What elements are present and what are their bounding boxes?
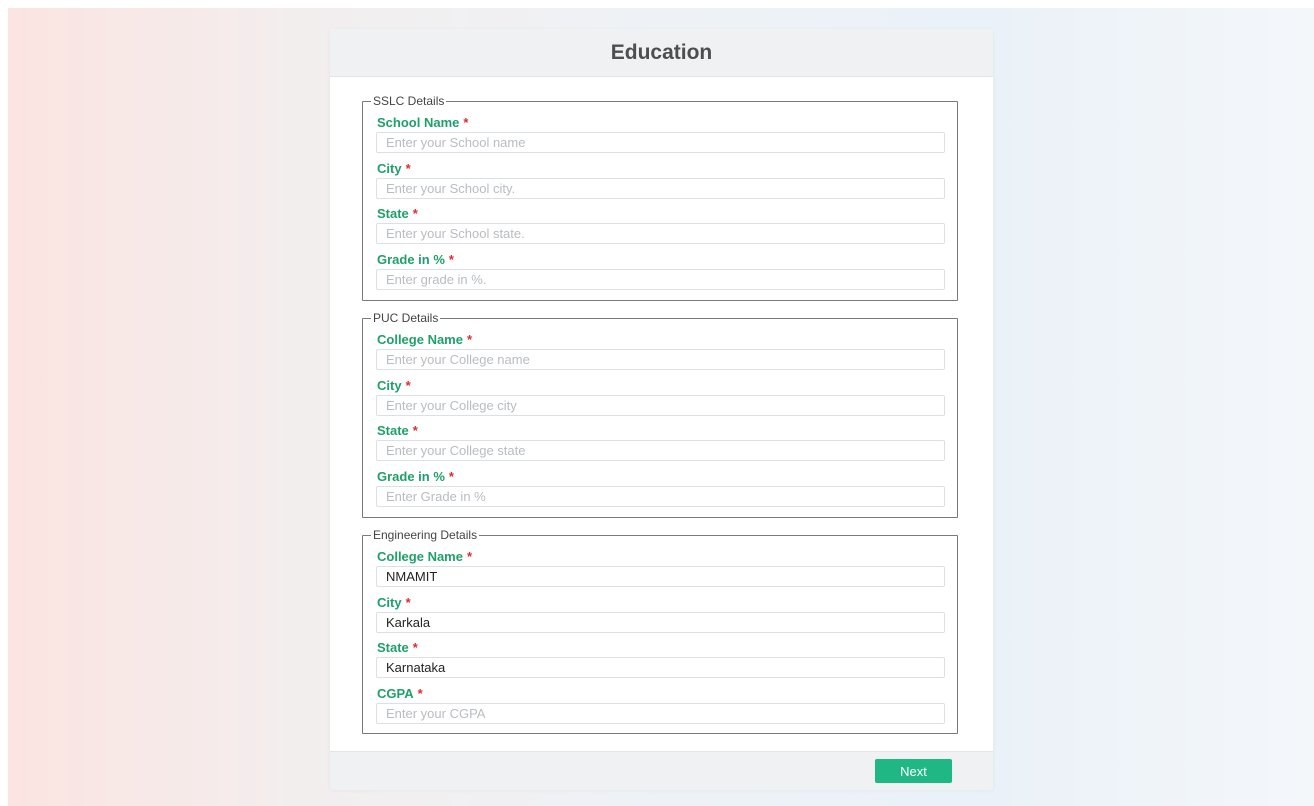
form-footer: Next <box>330 751 993 790</box>
sslc-details-legend: SSLC Details <box>373 94 445 108</box>
required-mark: * <box>412 206 418 221</box>
next-button[interactable]: Next <box>875 759 952 783</box>
puc-city-input[interactable] <box>376 395 945 416</box>
sslc-city-input[interactable] <box>376 178 945 199</box>
sslc-details-section: SSLC Details School Name* City* State* G… <box>362 95 958 301</box>
sslc-city-label: City * <box>377 161 411 176</box>
engineering-details-legend: Engineering Details <box>373 528 478 542</box>
required-mark: * <box>405 161 411 176</box>
puc-city-label: City * <box>377 378 411 393</box>
eng-state-label: State * <box>377 640 418 655</box>
eng-cgpa-input[interactable] <box>376 703 945 724</box>
required-mark: * <box>466 332 473 347</box>
required-mark: * <box>405 595 411 610</box>
eng-college-name-label: College Name * <box>377 549 473 564</box>
school-name-label: School Name * <box>377 115 469 130</box>
sslc-grade-label: Grade in % * <box>377 252 454 267</box>
sslc-state-input[interactable] <box>376 223 945 244</box>
required-mark: * <box>448 469 454 484</box>
puc-grade-label: Grade in % * <box>377 469 454 484</box>
required-mark: * <box>463 115 469 130</box>
puc-state-input[interactable] <box>376 440 945 461</box>
page-title: Education <box>610 40 713 64</box>
puc-details-legend: PUC Details <box>373 311 439 325</box>
required-mark: * <box>448 252 454 267</box>
puc-college-name-input[interactable] <box>376 349 945 370</box>
sslc-grade-input[interactable] <box>376 269 945 290</box>
puc-state-label: State * <box>377 423 418 438</box>
eng-state-input[interactable] <box>376 657 945 678</box>
engineering-details-section: Engineering Details College Name* City* … <box>362 529 958 734</box>
required-mark: * <box>405 378 411 393</box>
eng-cgpa-label: CGPA * <box>377 686 423 701</box>
eng-city-label: City * <box>377 595 411 610</box>
puc-college-name-label: College Name * <box>377 332 473 347</box>
sslc-state-label: State * <box>377 206 418 221</box>
required-mark: * <box>417 686 423 701</box>
sslc-school-name-input[interactable] <box>376 132 945 153</box>
puc-grade-input[interactable] <box>376 486 945 507</box>
eng-college-name-input[interactable] <box>376 566 945 587</box>
eng-city-input[interactable] <box>376 612 945 633</box>
form-header: Education <box>330 29 993 77</box>
required-mark: * <box>412 640 418 655</box>
puc-details-section: PUC Details College Name* City* State* G… <box>362 312 958 518</box>
education-form-card: Education SSLC Details School Name* City… <box>330 29 993 790</box>
required-mark: * <box>466 549 473 564</box>
required-mark: * <box>412 423 418 438</box>
